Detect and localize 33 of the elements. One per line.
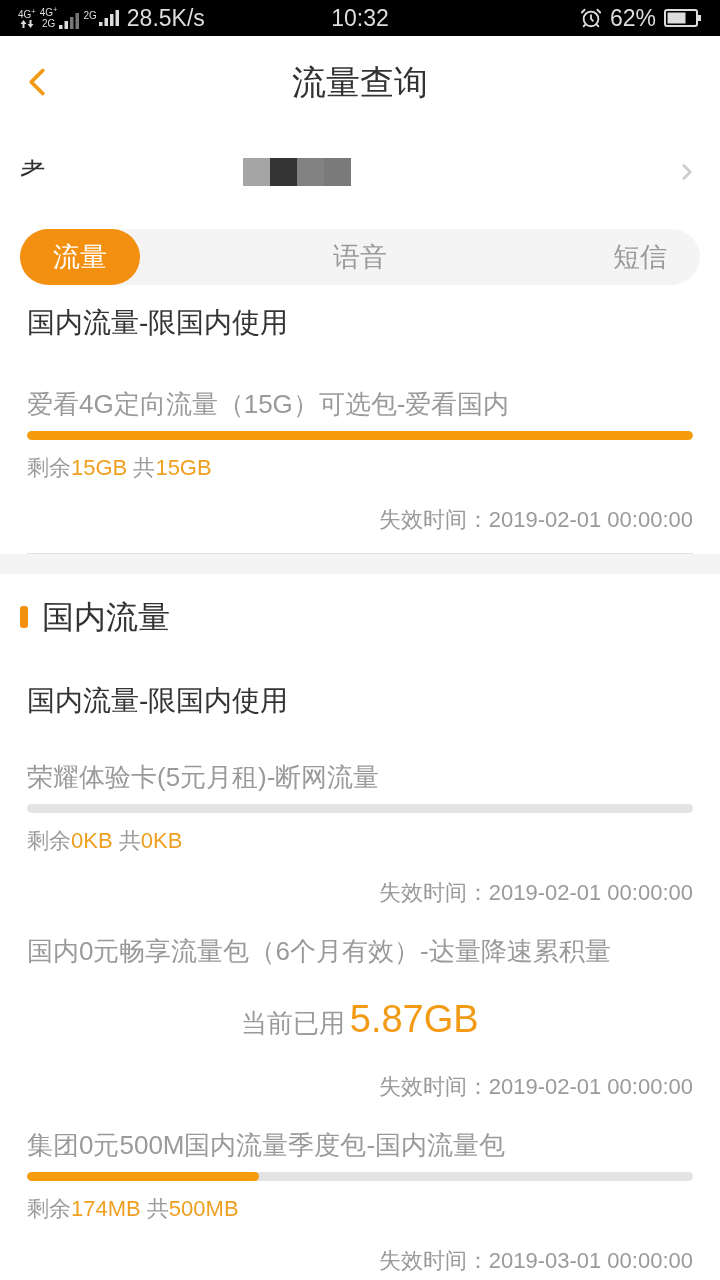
tab[interactable]: 语音 <box>140 229 580 285</box>
package-name: 爱看4G定向流量（15G）可选包-爱看国内 <box>27 388 511 421</box>
network-type-text: 2G <box>41 18 56 29</box>
network-type-text: 2G <box>83 10 97 21</box>
tab[interactable]: 短信 <box>580 229 700 285</box>
package-name: 国内0元畅享流量包（6个月有效）-达量降速累积量 <box>27 935 612 968</box>
network-speed-text: 28.5K/s <box>126 6 205 30</box>
tab[interactable]: 流量 <box>20 229 140 285</box>
expiry-time-text: 失效时间：2019-03-01 00:00:00 <box>377 1247 693 1275</box>
network-type-text: 4G$^{+}$ <box>18 8 36 20</box>
alarm-icon <box>579 7 602 29</box>
data-arrows-icon <box>19 19 34 28</box>
category-title: 国内流量-限国内使用 <box>27 684 290 718</box>
package-name: 荣耀体验卡(5元月租)-断网流量 <box>27 761 381 794</box>
expiry-time-text: 失效时间：2019-02-01 00:00:00 <box>377 879 693 907</box>
used-amount-text: 当前已用 5.87GB <box>240 997 480 1042</box>
battery-percent-text: 62% <box>609 6 656 30</box>
expiry-time-text: 失效时间：2019-02-01 00:00:00 <box>377 1073 693 1101</box>
remaining-quota-text: 剩余15GB 共15GB <box>27 454 213 482</box>
remaining-quota-text: 剩余0KB 共0KB <box>27 827 184 855</box>
network-type-text: 4G$^{+}$ <box>39 7 58 18</box>
package-name: 集团0元500M国内流量季度包-国内流量包 <box>27 1129 507 1162</box>
account-label: 耂 <box>20 156 46 189</box>
remaining-quota-text: 剩余174MB 共500MB <box>27 1195 240 1223</box>
page-title: 流量查询 <box>291 62 429 103</box>
expiry-time-text: 失效时间：2019-02-01 00:00:00 <box>377 506 693 534</box>
clock-text: 10:32 <box>331 6 389 30</box>
signal-icon <box>59 13 80 29</box>
signal-icon <box>98 10 119 26</box>
section-accent-bar <box>20 606 28 628</box>
section-heading: 国内流量 <box>42 598 170 637</box>
battery-icon <box>664 9 702 27</box>
category-title: 国内流量-限国内使用 <box>27 306 290 340</box>
